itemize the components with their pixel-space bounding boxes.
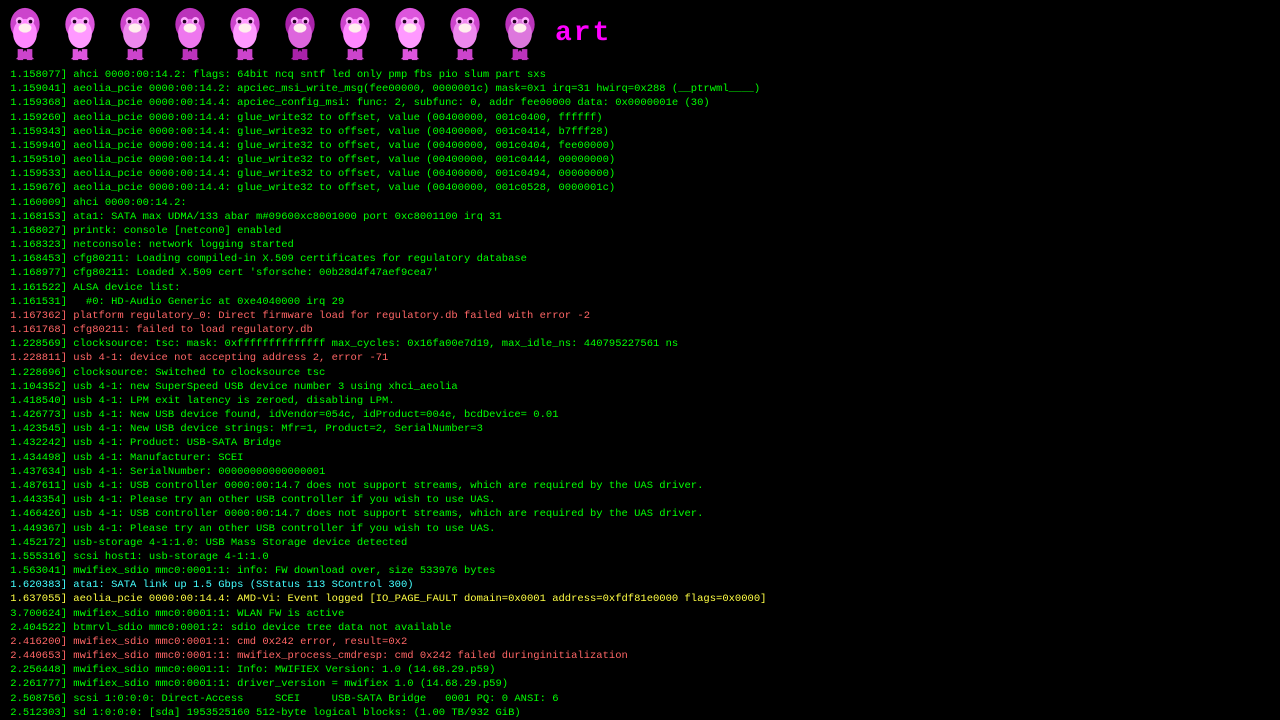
log-line: 3.700624] mwifiex_sdio mmc0:0001:1: WLAN… (4, 607, 1276, 621)
log-line: 1.168153] ata1: SATA max UDMA/133 abar m… (4, 210, 1276, 224)
tux-icon-6 (275, 6, 330, 61)
tux-icon-1 (0, 6, 55, 61)
log-line: 1.620383] ata1: SATA link up 1.5 Gbps (S… (4, 578, 1276, 592)
tux-icon-3 (110, 6, 165, 61)
terminal-output: 1.158077] ahci 0000:00:14.2: flags: 64bi… (0, 66, 1280, 720)
log-line: 1.449367] usb 4-1: Please try an other U… (4, 522, 1276, 536)
log-line: 1.452172] usb-storage 4-1:1.0: USB Mass … (4, 536, 1276, 550)
log-line: 1.432242] usb 4-1: Product: USB-SATA Bri… (4, 436, 1276, 450)
log-line: 1.168977] cfg80211: Loaded X.509 cert 's… (4, 266, 1276, 280)
log-line: 1.159041] aeolia_pcie 0000:00:14.2: apci… (4, 82, 1276, 96)
log-line: 1.159510] aeolia_pcie 0000:00:14.4: glue… (4, 153, 1276, 167)
log-line: 1.159940] aeolia_pcie 0000:00:14.4: glue… (4, 139, 1276, 153)
tux-icon-5 (220, 6, 275, 61)
log-line: 1.160009] ahci 0000:00:14.2: (4, 196, 1276, 210)
log-line: 2.512303] sd 1:0:0:0: [sda] 1953525160 5… (4, 706, 1276, 720)
log-line: 2.416200] mwifiex_sdio mmc0:0001:1: cmd … (4, 635, 1276, 649)
log-line: 1.466426] usb 4-1: USB controller 0000:0… (4, 507, 1276, 521)
log-line: 1.158077] ahci 0000:00:14.2: flags: 64bi… (4, 68, 1276, 82)
tux-icon-2 (55, 6, 110, 61)
log-line: 1.228696] clocksource: Switched to clock… (4, 366, 1276, 380)
log-line: 1.159343] aeolia_pcie 0000:00:14.4: glue… (4, 125, 1276, 139)
log-line: 2.261777] mwifiex_sdio mmc0:0001:1: driv… (4, 677, 1276, 691)
log-line: 1.426773] usb 4-1: New USB device found,… (4, 408, 1276, 422)
log-line: 1.563041] mwifiex_sdio mmc0:0001:1: info… (4, 564, 1276, 578)
log-line: 1.434498] usb 4-1: Manufacturer: SCEI (4, 451, 1276, 465)
tux-icon-8 (385, 6, 440, 61)
log-line: 2.440653] mwifiex_sdio mmc0:0001:1: mwif… (4, 649, 1276, 663)
tux-icon-10 (495, 6, 550, 61)
log-line: 1.159260] aeolia_pcie 0000:00:14.4: glue… (4, 111, 1276, 125)
tux-icon-4 (165, 6, 220, 61)
log-line: 2.256448] mwifiex_sdio mmc0:0001:1: Info… (4, 663, 1276, 677)
log-line: 1.437634] usb 4-1: SerialNumber: 0000000… (4, 465, 1276, 479)
log-line: 1.159368] aeolia_pcie 0000:00:14.4: apci… (4, 96, 1276, 110)
log-line: 1.159533] aeolia_pcie 0000:00:14.4: glue… (4, 167, 1276, 181)
log-line: 1.168323] netconsole: network logging st… (4, 238, 1276, 252)
log-line: 1.637055] aeolia_pcie 0000:00:14.4: AMD-… (4, 592, 1276, 606)
log-line: 1.168027] printk: console [netcon0] enab… (4, 224, 1276, 238)
page-title: art (555, 18, 611, 49)
log-line: 1.104352] usb 4-1: new SuperSpeed USB de… (4, 380, 1276, 394)
log-line: 1.161768] cfg80211: failed to load regul… (4, 323, 1276, 337)
log-line: 1.423545] usb 4-1: New USB device string… (4, 422, 1276, 436)
tux-icon-9 (440, 6, 495, 61)
header-bar: art (0, 0, 1280, 66)
log-line: 1.443354] usb 4-1: Please try an other U… (4, 493, 1276, 507)
log-line: 1.228569] clocksource: tsc: mask: 0xffff… (4, 337, 1276, 351)
log-line: 2.404522] btmrvl_sdio mmc0:0001:2: sdio … (4, 621, 1276, 635)
log-line: 1.161531] #0: HD-Audio Generic at 0xe404… (4, 295, 1276, 309)
title-area: art (550, 18, 611, 49)
log-line: 1.555316] scsi host1: usb-storage 4-1:1.… (4, 550, 1276, 564)
log-line: 1.228811] usb 4-1: device not accepting … (4, 351, 1276, 365)
log-line: 1.487611] usb 4-1: USB controller 0000:0… (4, 479, 1276, 493)
log-line: 1.167362] platform regulatory_0: Direct … (4, 309, 1276, 323)
log-line: 2.508756] scsi 1:0:0:0: Direct-Access SC… (4, 692, 1276, 706)
tux-icon-7 (330, 6, 385, 61)
log-line: 1.161522] ALSA device list: (4, 281, 1276, 295)
log-line: 1.159676] aeolia_pcie 0000:00:14.4: glue… (4, 181, 1276, 195)
log-line: 1.168453] cfg80211: Loading compiled-in … (4, 252, 1276, 266)
log-line: 1.418540] usb 4-1: LPM exit latency is z… (4, 394, 1276, 408)
